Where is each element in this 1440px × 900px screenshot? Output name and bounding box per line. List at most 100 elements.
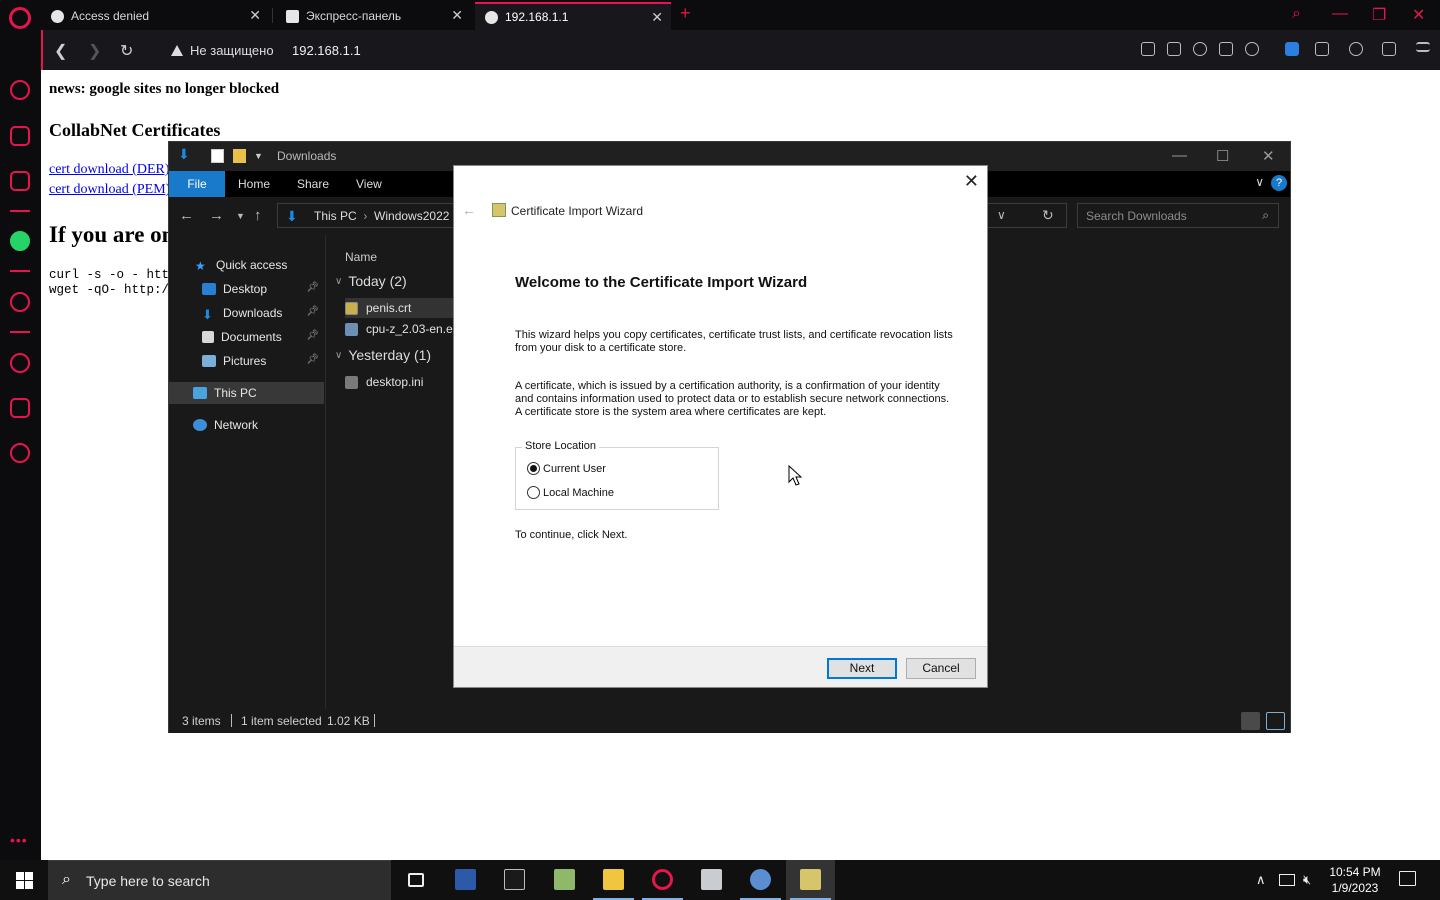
taskbar-settings[interactable] xyxy=(736,860,785,900)
pin-icon[interactable]: 📌︎ xyxy=(306,306,319,317)
cube-icon[interactable] xyxy=(1315,42,1329,56)
ribbon-tab-file[interactable]: File xyxy=(169,171,225,197)
close-window-icon[interactable]: ✕ xyxy=(1412,5,1425,25)
forward-icon[interactable]: → xyxy=(209,207,224,224)
nav-pictures[interactable]: Pictures 📌︎ xyxy=(169,350,324,372)
taskbar-certificate-wizard[interactable] xyxy=(786,860,835,900)
player-icon[interactable] xyxy=(10,292,30,312)
file-item[interactable]: desktop.ini xyxy=(345,372,455,392)
taskbar-opera[interactable] xyxy=(638,860,687,900)
back-arrow-icon[interactable]: ← xyxy=(462,202,476,218)
volume-muted-icon[interactable]: 🔇︎ xyxy=(1303,872,1311,888)
nav-desktop[interactable]: Desktop 📌︎ xyxy=(169,278,324,300)
taskbar-server-manager[interactable] xyxy=(687,860,736,900)
group-today[interactable]: ∨ Today (2) xyxy=(335,273,407,289)
close-tab-icon[interactable]: ✕ xyxy=(651,9,663,26)
explorer-address-bar[interactable]: ⬇ This PC › Windows2022 xyxy=(277,203,457,228)
heart-icon[interactable] xyxy=(1245,42,1259,56)
ribbon-tab-share[interactable]: Share xyxy=(297,177,329,191)
tab-192-168-1-1[interactable]: 192.168.1.1 ✕ xyxy=(475,2,671,30)
taskbar-file-explorer[interactable] xyxy=(589,860,638,900)
search-tabs-icon[interactable]: ⌕ xyxy=(1292,5,1301,23)
reload-icon[interactable]: ↻ xyxy=(120,41,133,61)
speed-dial-icon[interactable] xyxy=(10,80,30,100)
more-icon[interactable]: ••• xyxy=(10,832,28,848)
network-tray-icon[interactable] xyxy=(1279,874,1295,886)
taskbar-clock[interactable]: 10:54 PM 1/9/2023 xyxy=(1320,864,1390,896)
nav-downloads[interactable]: ⬇ Downloads 📌︎ xyxy=(169,302,324,324)
refresh-icon[interactable]: ↻ xyxy=(1042,207,1054,224)
taskbar-powershell[interactable] xyxy=(441,860,490,900)
minimize-icon[interactable]: — xyxy=(1332,5,1348,23)
extensions-icon[interactable] xyxy=(10,398,30,418)
large-icons-view-icon[interactable] xyxy=(1266,712,1285,730)
opera-logo-icon[interactable] xyxy=(9,7,31,29)
breadcrumb-drive[interactable]: Windows2022 xyxy=(374,209,449,223)
close-tab-icon[interactable]: ✕ xyxy=(249,7,261,24)
details-view-icon[interactable] xyxy=(1241,712,1260,730)
show-hidden-icons-icon[interactable]: ∧ xyxy=(1256,872,1266,888)
cancel-button[interactable]: Cancel xyxy=(906,658,976,679)
block-icon[interactable] xyxy=(1193,42,1207,56)
vpn-icon[interactable] xyxy=(1285,42,1299,56)
properties-icon[interactable] xyxy=(211,149,224,163)
group-yesterday[interactable]: ∨ Yesterday (1) xyxy=(335,347,431,363)
windows-start-icon[interactable] xyxy=(16,872,33,889)
taskbar-search[interactable]: ⌕ xyxy=(48,860,391,900)
back-icon[interactable]: ❮ xyxy=(54,41,67,61)
back-icon[interactable]: ← xyxy=(179,207,194,224)
taskbar-cmd[interactable] xyxy=(490,860,539,900)
up-icon[interactable]: ↑ xyxy=(254,207,262,224)
nav-quick-access[interactable]: ★ Quick access xyxy=(169,254,324,276)
column-header-name[interactable]: Name xyxy=(345,250,377,264)
cert-download-der-link[interactable]: cert download (DER) xyxy=(49,162,170,178)
taskbar-search-input[interactable] xyxy=(86,871,376,891)
radio-button[interactable] xyxy=(527,486,540,499)
taskbar-notepad[interactable] xyxy=(540,860,589,900)
close-tab-icon[interactable]: ✕ xyxy=(451,7,463,24)
shopping-icon[interactable] xyxy=(10,126,30,146)
close-icon[interactable]: ✕ xyxy=(1262,147,1275,165)
tab-express-panel[interactable]: Экспресс-панель ✕ xyxy=(276,2,471,30)
address-dropdown-icon[interactable]: ∨ xyxy=(997,208,1006,222)
task-view-button[interactable] xyxy=(391,860,440,900)
ribbon-tab-view[interactable]: View xyxy=(356,177,382,191)
tab-access-denied[interactable]: Access denied ✕ xyxy=(41,2,269,30)
camera-icon[interactable] xyxy=(1167,42,1181,56)
pin-icon[interactable]: 📌︎ xyxy=(306,330,319,341)
help-icon[interactable]: ? xyxy=(1271,175,1287,191)
next-button[interactable]: Next xyxy=(827,658,897,679)
customize-qat-icon[interactable]: ▼ xyxy=(254,151,267,165)
restore-icon[interactable]: ❐ xyxy=(1372,5,1386,25)
file-item[interactable]: penis.crt xyxy=(345,298,455,318)
edit-icon[interactable] xyxy=(1141,42,1155,56)
send-icon[interactable] xyxy=(1219,42,1233,56)
nav-documents[interactable]: Documents 📌︎ xyxy=(169,326,324,348)
radio-button[interactable] xyxy=(527,462,540,475)
nav-this-pc[interactable]: This PC xyxy=(169,382,324,404)
whatsapp-icon[interactable] xyxy=(10,231,30,251)
new-tab-icon[interactable]: + xyxy=(680,3,691,24)
twitch-icon[interactable] xyxy=(10,171,30,191)
nav-network[interactable]: Network xyxy=(169,414,324,436)
breadcrumb-this-pc[interactable]: This PC xyxy=(314,209,357,223)
search-input[interactable] xyxy=(1078,204,1258,227)
maximize-icon[interactable]: ☐ xyxy=(1216,147,1229,165)
file-item[interactable]: cpu-z_2.03-en.exe xyxy=(345,319,455,339)
forward-icon[interactable]: ❯ xyxy=(88,41,101,61)
menu-icon[interactable] xyxy=(1416,42,1430,52)
radio-current-user[interactable]: Current User xyxy=(527,462,606,475)
url-field[interactable]: 192.168.1.1 xyxy=(292,43,361,58)
expand-ribbon-icon[interactable]: ∨ xyxy=(1255,175,1264,189)
pin-icon[interactable]: 📌︎ xyxy=(306,354,319,365)
explorer-search[interactable]: ⌕ xyxy=(1077,203,1279,228)
minimize-icon[interactable]: — xyxy=(1172,147,1187,164)
cert-download-pem-link[interactable]: cert download (PEM) xyxy=(49,182,170,198)
close-icon[interactable]: ✕ xyxy=(964,171,979,192)
ribbon-tab-home[interactable]: Home xyxy=(238,177,270,191)
notifications-icon[interactable] xyxy=(1399,871,1416,886)
security-indicator[interactable]: Не защищено xyxy=(171,43,274,58)
account-icon[interactable] xyxy=(1349,42,1363,56)
recent-locations-icon[interactable]: ▼ xyxy=(236,211,245,221)
settings-gear-icon[interactable] xyxy=(10,443,30,463)
